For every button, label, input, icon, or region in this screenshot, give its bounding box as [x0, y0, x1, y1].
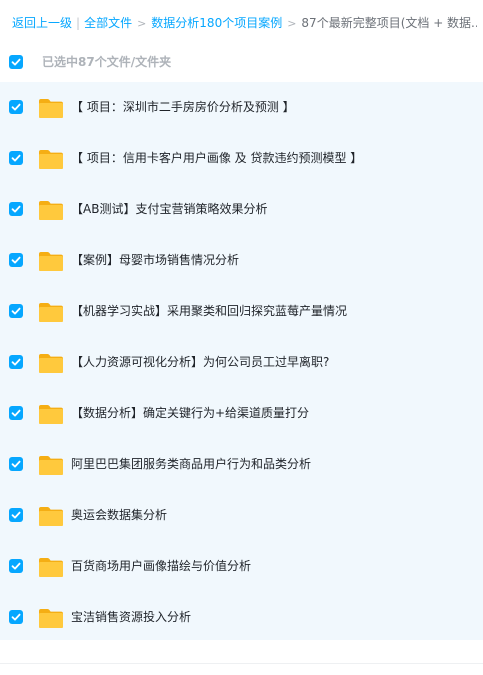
file-row[interactable]: 【数据分析】确定关键行为+给渠道质量打分 [0, 388, 483, 439]
folder-icon [39, 507, 63, 526]
file-name: 【 项目：深圳市二手房房价分析及预测 】 [71, 100, 295, 114]
file-row[interactable]: 【 项目：信用卡客户用户画像 及 贷款违约预测模型 】 [0, 133, 483, 184]
folder-icon [39, 303, 63, 322]
file-name: 【数据分析】确定关键行为+给渠道质量打分 [71, 406, 310, 420]
folder-icon [39, 609, 63, 628]
select-all-checkbox[interactable] [9, 55, 23, 69]
checkmark-icon [11, 460, 21, 468]
breadcrumb-parent-folder[interactable]: 数据分析180个项目案例 [151, 16, 282, 30]
divider [0, 663, 483, 664]
checkmark-icon [11, 58, 21, 66]
folder-icon [39, 354, 63, 373]
file-name: 【 项目：信用卡客户用户画像 及 贷款违约预测模型 】 [71, 151, 363, 165]
checkmark-icon [11, 307, 21, 315]
checkmark-icon [11, 103, 21, 111]
breadcrumb-all-files[interactable]: 全部文件 [84, 16, 132, 30]
row-checkbox[interactable] [9, 508, 23, 522]
file-name: 百货商场用户画像描绘与价值分析 [71, 559, 252, 573]
row-checkbox[interactable] [9, 610, 23, 624]
folder-icon [39, 201, 63, 220]
file-list: 【 项目：深圳市二手房房价分析及预测 】 【 项目：信用卡客户用户画像 及 贷款… [0, 82, 483, 640]
checkmark-icon [11, 613, 21, 621]
chevron-right-icon: > [137, 17, 147, 30]
file-row[interactable]: 【机器学习实战】采用聚类和回归探究蓝莓产量情况 [0, 286, 483, 337]
checkmark-icon [11, 358, 21, 366]
breadcrumb-divider: | [76, 16, 81, 30]
file-row[interactable]: 阿里巴巴集团服务类商品用户行为和品类分析 [0, 439, 483, 490]
file-row[interactable]: 【案例】母婴市场销售情况分析 [0, 235, 483, 286]
file-row[interactable]: 奥运会数据集分析 [0, 490, 483, 541]
back-link[interactable]: 返回上一级 [12, 16, 72, 30]
row-checkbox[interactable] [9, 406, 23, 420]
breadcrumb: 返回上一级 | 全部文件 > 数据分析180个项目案例 >87个最新完整项目(文档 + 数… [12, 13, 477, 33]
file-name: 【机器学习实战】采用聚类和回归探究蓝莓产量情况 [71, 304, 348, 318]
row-checkbox[interactable] [9, 151, 23, 165]
checkmark-icon [11, 256, 21, 264]
checkmark-icon [11, 205, 21, 213]
file-name: 奥运会数据集分析 [71, 508, 168, 522]
file-name: 阿里巴巴集团服务类商品用户行为和品类分析 [71, 457, 312, 471]
file-name: 【AB测试】支付宝营销策略效果分析 [71, 202, 268, 216]
folder-icon [39, 99, 63, 118]
selection-count-label: 已选中87个文件/文件夹 [42, 55, 172, 69]
file-row[interactable]: 【 项目：深圳市二手房房价分析及预测 】 [0, 82, 483, 133]
row-checkbox[interactable] [9, 304, 23, 318]
row-checkbox[interactable] [9, 100, 23, 114]
file-name: 【人力资源可视化分析】为何公司员工过早离职? [71, 355, 330, 369]
file-row[interactable]: 【AB测试】支付宝营销策略效果分析 [0, 184, 483, 235]
file-row[interactable]: 百货商场用户画像描绘与价值分析 [0, 541, 483, 592]
row-checkbox[interactable] [9, 253, 23, 267]
file-name: 宝洁销售资源投入分析 [71, 610, 192, 624]
file-browser: 返回上一级 | 全部文件 > 数据分析180个项目案例 >87个最新完整项目(文档 + 数… [0, 0, 483, 675]
checkmark-icon [11, 154, 21, 162]
chevron-right-icon: > [287, 17, 297, 30]
folder-icon [39, 558, 63, 577]
folder-icon [39, 150, 63, 169]
file-row[interactable]: 宝洁销售资源投入分析 [0, 592, 483, 643]
folder-icon [39, 456, 63, 475]
selection-header: 已选中87个文件/文件夹 [0, 50, 483, 74]
breadcrumb-current-folder: 87个最新完整项目(文档 + 数据... [301, 16, 477, 30]
row-checkbox[interactable] [9, 457, 23, 471]
file-row[interactable]: 【人力资源可视化分析】为何公司员工过早离职? [0, 337, 483, 388]
folder-icon [39, 405, 63, 424]
row-checkbox[interactable] [9, 355, 23, 369]
row-checkbox[interactable] [9, 202, 23, 216]
checkmark-icon [11, 562, 21, 570]
checkmark-icon [11, 511, 21, 519]
row-checkbox[interactable] [9, 559, 23, 573]
file-name: 【案例】母婴市场销售情况分析 [71, 253, 240, 267]
checkmark-icon [11, 409, 21, 417]
folder-icon [39, 252, 63, 271]
